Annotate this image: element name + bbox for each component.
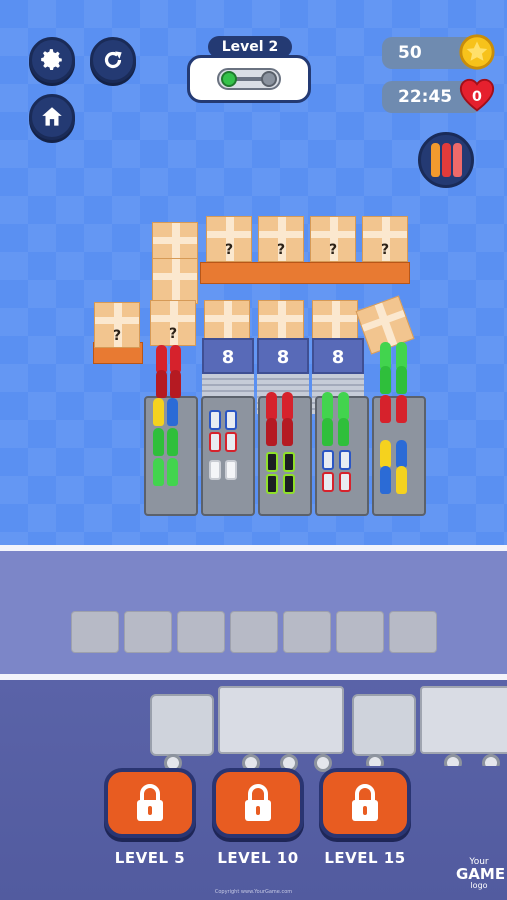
lock-icon bbox=[137, 784, 163, 821]
shelf-count: 8 bbox=[257, 338, 309, 374]
green-bottle[interactable] bbox=[167, 458, 178, 486]
game-logo: Your GAME logo bbox=[456, 857, 506, 890]
gear-icon bbox=[41, 49, 62, 70]
coin-value: 50 bbox=[398, 43, 422, 63]
tray-slot[interactable] bbox=[177, 611, 225, 653]
mystery-crate[interactable]: ? bbox=[206, 216, 252, 262]
red-can[interactable] bbox=[225, 432, 237, 452]
blue-bottle[interactable] bbox=[396, 440, 407, 468]
timer-value: 22:45 bbox=[398, 87, 453, 107]
blue-can[interactable] bbox=[322, 450, 334, 470]
tray-slot[interactable] bbox=[283, 611, 331, 653]
tray-slot[interactable] bbox=[124, 611, 172, 653]
settings-button[interactable] bbox=[29, 37, 75, 83]
red-bottle[interactable] bbox=[282, 392, 293, 420]
black-can[interactable] bbox=[266, 452, 278, 472]
home-icon bbox=[42, 107, 62, 126]
tray-slot[interactable] bbox=[336, 611, 384, 653]
level-label: LEVEL 10 bbox=[217, 849, 299, 867]
red-bottle[interactable] bbox=[396, 395, 407, 423]
mystery-crate[interactable]: ? bbox=[94, 302, 140, 348]
green-bottle[interactable] bbox=[396, 366, 407, 394]
shelf-count: 8 bbox=[202, 338, 254, 374]
coin-star-icon bbox=[459, 34, 495, 70]
green-bottle[interactable] bbox=[153, 428, 164, 456]
mystery-crate[interactable]: ? bbox=[310, 216, 356, 262]
red-can[interactable] bbox=[209, 432, 221, 452]
blue-can[interactable] bbox=[209, 410, 221, 430]
home-button[interactable] bbox=[29, 94, 75, 140]
red-bottle[interactable] bbox=[266, 418, 277, 446]
green-bottle[interactable] bbox=[338, 392, 349, 420]
red-can[interactable] bbox=[322, 472, 334, 492]
tray-slot[interactable] bbox=[389, 611, 437, 653]
locked-level-15-button[interactable] bbox=[319, 768, 411, 838]
green-bottle[interactable] bbox=[380, 366, 391, 394]
delivery-truck bbox=[352, 686, 507, 766]
locked-level-5-button[interactable] bbox=[104, 768, 196, 838]
blue-bottle[interactable] bbox=[167, 398, 178, 426]
level-progress-panel bbox=[187, 55, 311, 103]
lock-icon bbox=[352, 784, 378, 821]
green-bottle[interactable] bbox=[167, 428, 178, 456]
yellow-bottle[interactable] bbox=[396, 466, 407, 494]
mystery-crate[interactable]: ? bbox=[150, 300, 196, 346]
mystery-crate[interactable]: ? bbox=[362, 216, 408, 262]
level-label: LEVEL 5 bbox=[114, 849, 186, 867]
blue-bottle[interactable] bbox=[380, 466, 391, 494]
green-bottle[interactable] bbox=[322, 418, 333, 446]
level-title: Level 2 bbox=[208, 36, 292, 58]
shelf-count: 8 bbox=[312, 338, 364, 374]
green-bottle[interactable] bbox=[338, 418, 349, 446]
tray-slot[interactable] bbox=[71, 611, 119, 653]
level-progress-bar bbox=[217, 68, 281, 90]
heart-icon: 0 bbox=[459, 78, 495, 112]
crate-conveyor-back bbox=[200, 262, 410, 284]
white-can[interactable] bbox=[225, 460, 237, 480]
red-bottle[interactable] bbox=[282, 418, 293, 446]
restart-button[interactable] bbox=[90, 37, 136, 83]
black-can[interactable] bbox=[283, 474, 295, 494]
locked-level-10-button[interactable] bbox=[212, 768, 304, 838]
red-bottle[interactable] bbox=[170, 345, 181, 373]
red-bottle[interactable] bbox=[170, 370, 181, 398]
red-bottle[interactable] bbox=[380, 395, 391, 423]
lives-value: 0 bbox=[472, 89, 482, 105]
black-can[interactable] bbox=[283, 452, 295, 472]
yellow-bottle[interactable] bbox=[380, 440, 391, 468]
progress-end-dot bbox=[261, 71, 277, 87]
progress-start-dot bbox=[221, 71, 237, 87]
yellow-bottle[interactable] bbox=[153, 398, 164, 426]
collection-tray bbox=[0, 545, 507, 680]
green-bottle[interactable] bbox=[322, 392, 333, 420]
mystery-crate[interactable]: ? bbox=[258, 216, 304, 262]
bottles-booster-button[interactable] bbox=[418, 132, 474, 188]
coin-counter: 50 bbox=[382, 34, 495, 70]
blue-can[interactable] bbox=[225, 410, 237, 430]
red-bottle[interactable] bbox=[156, 345, 167, 373]
blue-can[interactable] bbox=[339, 450, 351, 470]
red-bottle[interactable] bbox=[266, 392, 277, 420]
red-can[interactable] bbox=[339, 472, 351, 492]
red-bottle[interactable] bbox=[156, 370, 167, 398]
restart-icon bbox=[104, 51, 122, 69]
white-can[interactable] bbox=[209, 460, 221, 480]
copyright-text: Copyright www.YourGame.com bbox=[214, 889, 293, 895]
lock-icon bbox=[245, 784, 271, 821]
level-label: LEVEL 15 bbox=[324, 849, 406, 867]
bottles-icon bbox=[430, 143, 440, 177]
tray-slot[interactable] bbox=[230, 611, 278, 653]
black-can[interactable] bbox=[266, 474, 278, 494]
green-bottle[interactable] bbox=[153, 458, 164, 486]
mystery-crate[interactable] bbox=[152, 258, 198, 304]
delivery-truck bbox=[150, 686, 346, 772]
lives-timer: 22:45 0 bbox=[382, 78, 495, 113]
